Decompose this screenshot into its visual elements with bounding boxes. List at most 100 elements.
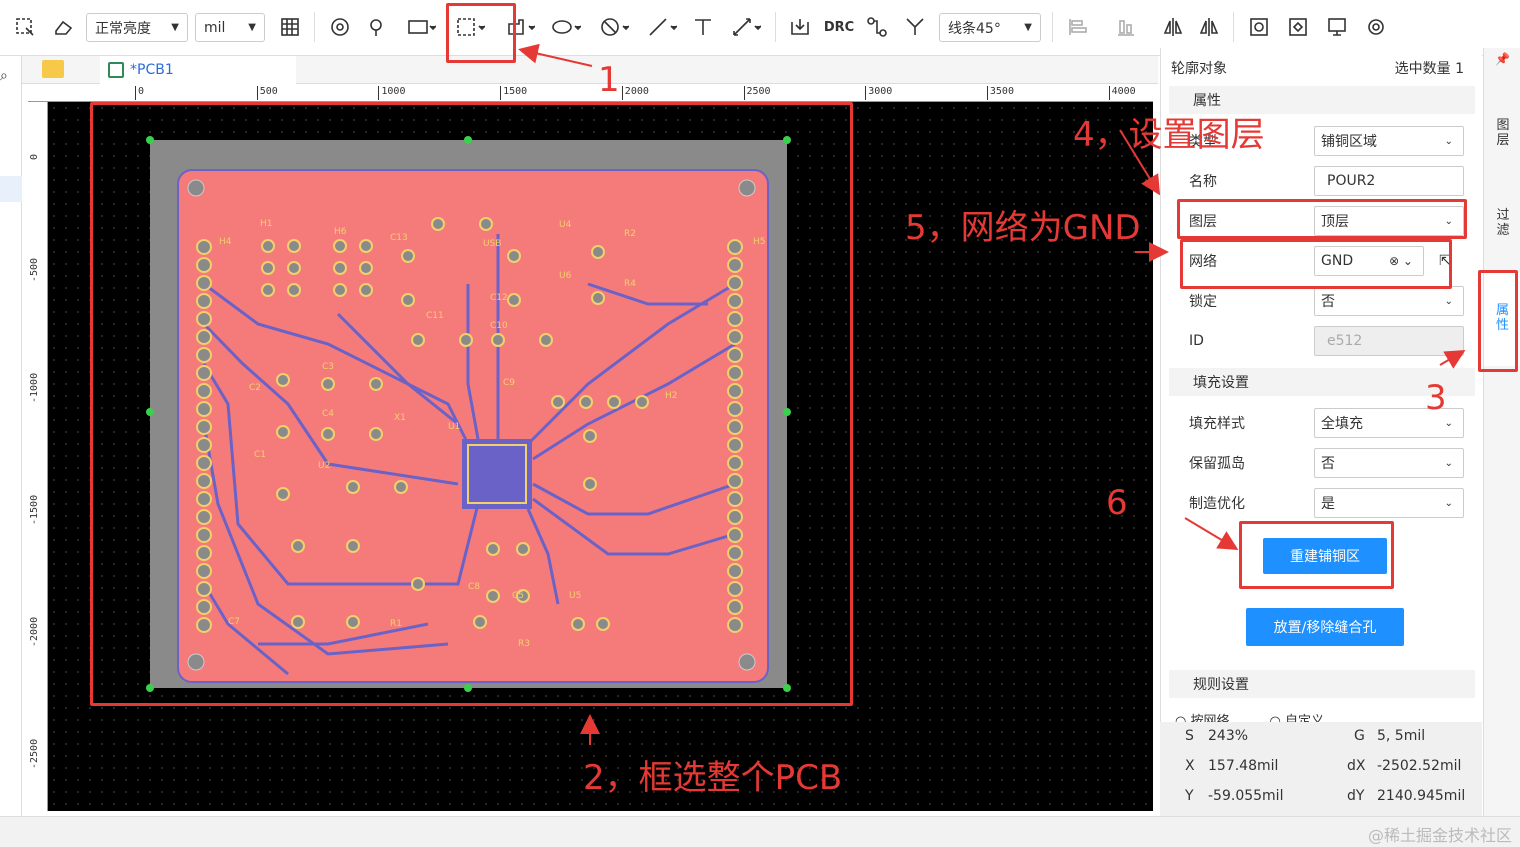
mfg-opt-value: 是 — [1321, 496, 1335, 512]
settings-gear-icon[interactable] — [1361, 10, 1391, 44]
brightness-select[interactable]: 正常亮度 ▼ — [86, 13, 188, 42]
no-connect-icon[interactable] — [594, 10, 634, 44]
component-pad — [321, 377, 335, 391]
type-select[interactable]: 铺铜区域 ⌄ — [1314, 126, 1464, 156]
component-pad — [516, 542, 530, 556]
pcb-board[interactable]: H1 H6 C13 U4 R2 U6 R4 H4 H5 C12 C11 C10 C3 C4 X1 C2 C1 U2… — [28, 84, 1153, 811]
header-pad-left — [196, 581, 212, 597]
import-changes-icon[interactable] — [785, 10, 815, 44]
flip-vertical-icon[interactable] — [1194, 10, 1224, 44]
lock-select[interactable]: 否 ⌄ — [1314, 286, 1464, 316]
component-pad — [346, 480, 360, 494]
rule-option-by-net[interactable]: ○ 按网络 — [1175, 710, 1230, 722]
folder-icon[interactable] — [42, 60, 64, 78]
drc-button[interactable]: DRC — [822, 10, 856, 44]
header-pad-right — [727, 311, 743, 327]
fill-style-select[interactable]: 全填充 ⌄ — [1314, 408, 1464, 438]
header-pad-left — [196, 275, 212, 291]
silk-label: R1 — [390, 619, 402, 629]
3d-view-icon[interactable] — [1283, 10, 1313, 44]
rebuild-pour-button[interactable]: 重建铺铜区 — [1263, 538, 1387, 574]
silk-label: U2 — [318, 461, 330, 471]
stitch-via-button[interactable]: 放置/移除缝合孔 — [1246, 608, 1404, 646]
selection-handle[interactable] — [464, 136, 472, 144]
pcb-canvas[interactable]: 0 500 1000 1500 2000 2500 3000 3500 4000 0 -500 -1… — [28, 84, 1153, 811]
selection-handle[interactable] — [783, 684, 791, 692]
selection-handle[interactable] — [146, 408, 154, 416]
stat-y-label: Y — [1185, 788, 1194, 804]
flip-horizontal-icon[interactable] — [1158, 10, 1188, 44]
silk-label: X1 — [394, 413, 406, 423]
mfg-opt-select[interactable]: 是 ⌄ — [1314, 488, 1464, 518]
line-icon[interactable] — [642, 10, 682, 44]
component-pad — [459, 333, 473, 347]
differential-pair-icon[interactable] — [900, 10, 930, 44]
line-mode-select[interactable]: 线条45° ▼ — [939, 13, 1041, 42]
selection-handle[interactable] — [464, 684, 472, 692]
section-fill-header[interactable]: 填充设置 — [1169, 368, 1475, 396]
silk-label: C3 — [322, 362, 334, 372]
dimension-icon[interactable] — [726, 10, 766, 44]
grid-icon[interactable] — [275, 10, 305, 44]
copper-pour-icon[interactable] — [450, 10, 490, 44]
keep-island-value: 否 — [1321, 456, 1335, 472]
name-input[interactable]: POUR2 — [1314, 166, 1464, 196]
pad-icon[interactable] — [363, 10, 393, 44]
clear-icon[interactable]: ⊗ ⌄ — [1389, 254, 1413, 268]
pcb-doc-icon — [108, 62, 124, 78]
header-pad-left — [196, 419, 212, 435]
property-panel: 轮廓对象 选中数量 1 属性 类型 铺铜区域 ⌄ 名称 POUR2 图层 顶层 ⌄ … — [1160, 48, 1482, 818]
selection-handle[interactable] — [783, 136, 791, 144]
brightness-value: 正常亮度 — [95, 20, 151, 37]
status-bar: @稀土掘金技术社区 — [0, 816, 1520, 847]
selection-count: 选中数量 1 — [1394, 61, 1464, 77]
unit-select[interactable]: mil ▼ — [195, 13, 265, 42]
board-outline-icon[interactable] — [1244, 10, 1274, 44]
stat-dx-label: dX — [1347, 758, 1366, 774]
selection-handle[interactable] — [783, 408, 791, 416]
distribute-icon[interactable] — [1110, 10, 1150, 44]
via-icon[interactable] — [325, 10, 355, 44]
select-mode-icon[interactable] — [10, 10, 40, 44]
keep-island-select[interactable]: 否 ⌄ — [1314, 448, 1464, 478]
layer-select[interactable]: 顶层 ⌄ — [1314, 206, 1464, 236]
text-tool-icon[interactable] — [690, 10, 716, 44]
rule-option-custom[interactable]: ○ 自定义 — [1270, 710, 1325, 722]
section-properties-header[interactable]: 属性 — [1169, 86, 1475, 114]
component-pad — [359, 283, 373, 297]
selection-handle[interactable] — [146, 136, 154, 144]
tab-pcb1[interactable]: *PCB1 — [100, 56, 296, 84]
chevron-down-icon: ▼ — [171, 22, 179, 33]
region-icon[interactable] — [500, 10, 540, 44]
silk-label: U1 — [448, 422, 460, 432]
tab-properties[interactable]: 属性 — [1484, 270, 1520, 366]
left-rail-item-selected[interactable] — [0, 176, 22, 202]
silk-label: U5 — [569, 591, 581, 601]
search-icon[interactable]: ⌕ — [0, 68, 8, 84]
name-label: 名称 — [1189, 174, 1217, 190]
route-icon[interactable] — [862, 10, 892, 44]
net-pick-cursor-icon[interactable]: ⇱ — [1439, 253, 1451, 269]
silk-label: R2 — [624, 229, 636, 239]
tab-layers[interactable]: 图层 — [1496, 118, 1510, 148]
component-pad — [491, 333, 505, 347]
tab-filter[interactable]: 过滤 — [1496, 208, 1510, 238]
rect-tool-icon[interactable] — [401, 10, 441, 44]
silk-label: C7 — [228, 617, 240, 627]
header-pad-left — [196, 257, 212, 273]
ellipse-icon[interactable] — [546, 10, 586, 44]
component-pad — [411, 577, 425, 591]
silk-label: H1 — [260, 219, 273, 229]
section-rules-header[interactable]: 规则设置 — [1169, 670, 1475, 698]
silk-label: H2 — [665, 391, 678, 401]
fabrication-icon[interactable] — [1322, 10, 1352, 44]
header-pad-right — [727, 581, 743, 597]
net-select[interactable]: GND ⊗ ⌄ — [1314, 246, 1424, 276]
component-pad — [486, 542, 500, 556]
component-pad — [486, 589, 500, 603]
eraser-icon[interactable] — [48, 10, 78, 44]
align-icon[interactable] — [1062, 10, 1102, 44]
header-pad-right — [727, 617, 743, 633]
pin-icon[interactable]: 📌 — [1484, 52, 1520, 67]
selection-handle[interactable] — [146, 684, 154, 692]
